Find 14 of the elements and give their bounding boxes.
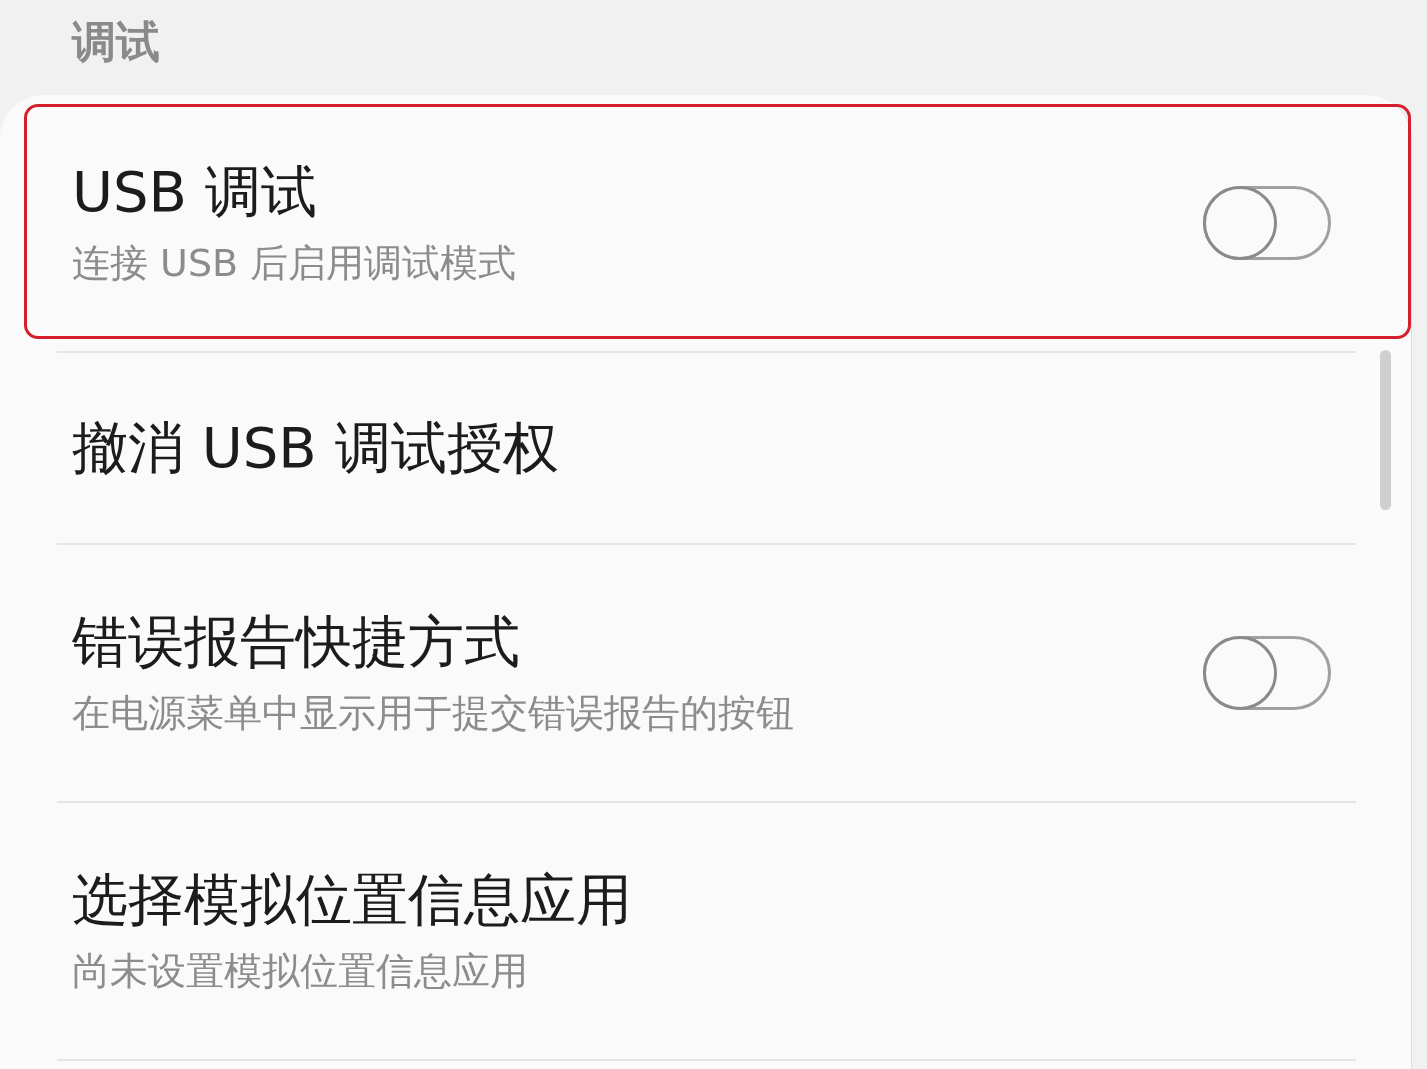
item-title: 选择模拟位置信息应用 xyxy=(72,866,633,934)
item-title: USB 调试 xyxy=(72,158,318,226)
settings-item[interactable]: 撤消 USB 调试授权 xyxy=(0,353,1411,543)
item-title: 错误报告快捷方式 xyxy=(72,608,521,676)
item-subtitle: 在电源菜单中显示用于提交错误报告的按钮 xyxy=(72,690,795,737)
toggle-switch[interactable] xyxy=(1203,636,1331,710)
item-subtitle: 尚未设置模拟位置信息应用 xyxy=(72,948,529,995)
item-subtitle: 连接 USB 后启用调试模式 xyxy=(72,240,518,287)
settings-item[interactable]: USB 调试 连接 USB 后启用调试模式 xyxy=(0,95,1411,351)
item-title: 撤消 USB 调试授权 xyxy=(72,414,560,482)
section-title: 调试 xyxy=(72,15,160,69)
settings-item[interactable]: 错误报告快捷方式 在电源菜单中显示用于提交错误报告的按钮 xyxy=(0,545,1411,801)
toggle-switch[interactable] xyxy=(1203,186,1331,260)
settings-item[interactable]: 选择模拟位置信息应用 尚未设置模拟位置信息应用 xyxy=(0,803,1411,1059)
